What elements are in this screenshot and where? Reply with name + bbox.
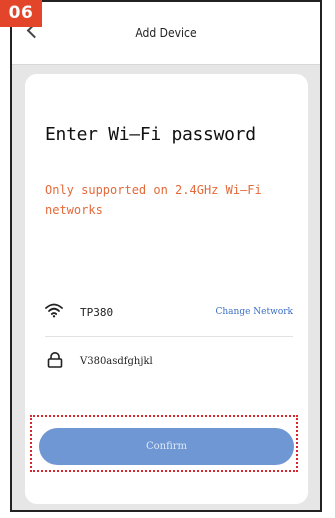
wifi-network-row: TP380 Change Network <box>45 296 293 337</box>
step-number-badge: 06 <box>0 0 42 27</box>
password-row: V380asdfghjkl <box>45 344 293 384</box>
network-name: TP380 <box>80 306 114 319</box>
password-field[interactable]: V380asdfghjkl <box>80 356 153 367</box>
wifi-icon <box>45 303 63 318</box>
change-network-link[interactable]: Change Network <box>216 307 294 317</box>
page-title: Add Device <box>135 26 197 40</box>
lock-icon <box>47 352 63 368</box>
band-warning-note: Only supported on 2.4GHz Wi—Fi networks <box>45 183 262 217</box>
confirm-button[interactable]: Confirm <box>39 428 294 465</box>
card-heading: Enter Wi—Fi password <box>45 124 256 145</box>
top-bar: Add Device <box>12 2 320 65</box>
